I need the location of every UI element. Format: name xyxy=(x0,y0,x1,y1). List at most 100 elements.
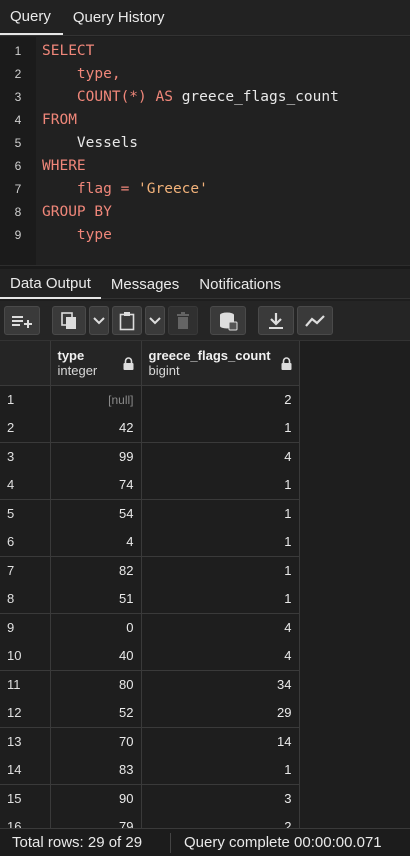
copy-options-dropdown[interactable] xyxy=(89,306,109,335)
cell-type[interactable]: 74 xyxy=(50,470,142,500)
cell-greece-flags-count[interactable]: 1 xyxy=(141,470,300,500)
tab-messages[interactable]: Messages xyxy=(101,269,189,299)
cell-type[interactable]: 80 xyxy=(50,670,142,699)
code-line[interactable]: 1 SELECT xyxy=(0,39,410,62)
add-row-button[interactable] xyxy=(4,306,40,335)
table-row[interactable]: 7 82 1 xyxy=(0,556,300,585)
table-row[interactable]: 13 70 14 xyxy=(0,727,300,756)
result-grid: type integer greece_flags_count bigint 1… xyxy=(0,341,410,828)
row-number[interactable]: 9 xyxy=(0,613,51,642)
table-row[interactable]: 4 74 1 xyxy=(0,470,300,500)
cell-greece-flags-count[interactable]: 1 xyxy=(141,584,300,614)
tab-data-output[interactable]: Data Output xyxy=(0,269,101,299)
code-line[interactable]: 3 COUNT(*) AS greece_flags_count xyxy=(0,85,410,108)
cell-greece-flags-count[interactable]: 1 xyxy=(141,413,300,443)
row-number[interactable]: 2 xyxy=(0,413,51,443)
cell-type[interactable]: 83 xyxy=(50,755,142,785)
sql-editor[interactable]: 1 SELECT 2 type, 3 COUNT(*) AS greece_flags… xyxy=(0,37,410,265)
cell-type[interactable]: 4 xyxy=(50,527,142,557)
cell-type[interactable]: [null] xyxy=(50,385,142,414)
row-number[interactable]: 4 xyxy=(0,470,51,500)
cell-type[interactable]: 82 xyxy=(50,556,142,585)
cell-type[interactable]: 90 xyxy=(50,784,142,813)
code-line[interactable]: 8 GROUP BY xyxy=(0,200,410,223)
cell-type[interactable]: 70 xyxy=(50,727,142,756)
database-save-icon xyxy=(220,312,238,330)
tab-query-history[interactable]: Query History xyxy=(63,0,175,35)
row-number[interactable]: 14 xyxy=(0,755,51,785)
cell-greece-flags-count[interactable]: 2 xyxy=(141,385,300,414)
cell-greece-flags-count[interactable]: 1 xyxy=(141,755,300,785)
string-literal: 'Greece' xyxy=(138,180,208,197)
cell-greece-flags-count[interactable]: 4 xyxy=(141,442,300,471)
keyword-token: WHERE xyxy=(42,157,86,174)
table-row[interactable]: 8 51 1 xyxy=(0,584,300,614)
code-line[interactable]: 5 Vessels xyxy=(0,131,410,154)
tab-query[interactable]: Query xyxy=(0,0,63,35)
column-header-greece-flags-count[interactable]: greece_flags_count bigint xyxy=(141,341,300,386)
code-line[interactable]: 2 type, xyxy=(0,62,410,85)
row-number-header[interactable] xyxy=(0,341,51,386)
save-data-button[interactable] xyxy=(210,306,246,335)
cell-greece-flags-count[interactable]: 1 xyxy=(141,527,300,557)
cell-type[interactable]: 42 xyxy=(50,413,142,443)
table-row[interactable]: 16 79 2 xyxy=(0,812,300,828)
data-output-toolbar xyxy=(0,301,410,341)
row-number[interactable]: 7 xyxy=(0,556,51,585)
column-header-type[interactable]: type integer xyxy=(50,341,142,386)
table-row[interactable]: 2 42 1 xyxy=(0,413,300,443)
cell-type[interactable]: 52 xyxy=(50,698,142,728)
code-line[interactable]: 6 WHERE xyxy=(0,154,410,177)
row-number[interactable]: 16 xyxy=(0,812,51,828)
tab-notifications[interactable]: Notifications xyxy=(189,269,291,299)
row-number[interactable]: 6 xyxy=(0,527,51,557)
row-number[interactable]: 12 xyxy=(0,698,51,728)
cell-greece-flags-count[interactable]: 4 xyxy=(141,613,300,642)
row-number[interactable]: 8 xyxy=(0,584,51,614)
delete-button[interactable] xyxy=(168,306,198,335)
graph-visualiser-button[interactable] xyxy=(297,306,333,335)
table-row[interactable]: 14 83 1 xyxy=(0,755,300,785)
code-line[interactable]: 4 FROM xyxy=(0,108,410,131)
table-row[interactable]: 1 [null] 2 xyxy=(0,385,300,414)
line-number: 2 xyxy=(14,66,22,81)
table-row[interactable]: 11 80 34 xyxy=(0,670,300,699)
cell-type[interactable]: 40 xyxy=(50,641,142,671)
code-line[interactable]: 9 type xyxy=(0,223,410,246)
download-button[interactable] xyxy=(258,306,294,335)
row-number[interactable]: 10 xyxy=(0,641,51,671)
table-row[interactable]: 5 54 1 xyxy=(0,499,300,528)
paste-button[interactable] xyxy=(112,306,142,335)
cell-greece-flags-count[interactable]: 4 xyxy=(141,641,300,671)
table-row[interactable]: 10 40 4 xyxy=(0,641,300,671)
cell-greece-flags-count[interactable]: 1 xyxy=(141,499,300,528)
table-row[interactable]: 6 41 xyxy=(0,527,300,557)
row-number[interactable]: 5 xyxy=(0,499,51,528)
code-text: type, xyxy=(42,66,121,82)
cell-greece-flags-count[interactable]: 29 xyxy=(141,698,300,728)
paste-options-dropdown[interactable] xyxy=(145,306,165,335)
row-number[interactable]: 15 xyxy=(0,784,51,813)
cell-type[interactable]: 51 xyxy=(50,584,142,614)
code-line[interactable]: 7 flag = 'Greece' xyxy=(0,177,410,200)
cell-greece-flags-count[interactable]: 34 xyxy=(141,670,300,699)
cell-greece-flags-count[interactable]: 3 xyxy=(141,784,300,813)
row-number[interactable]: 13 xyxy=(0,727,51,756)
cell-greece-flags-count[interactable]: 2 xyxy=(141,812,300,828)
table-row[interactable]: 3 99 4 xyxy=(0,442,300,471)
cell-greece-flags-count[interactable]: 1 xyxy=(141,556,300,585)
cell-type[interactable]: 99 xyxy=(50,442,142,471)
row-number[interactable]: 11 xyxy=(0,670,51,699)
cell-greece-flags-count[interactable]: 14 xyxy=(141,727,300,756)
table-row[interactable]: 9 04 xyxy=(0,613,300,642)
line-number: 1 xyxy=(14,43,22,58)
cell-type[interactable]: 79 xyxy=(50,812,142,828)
cell-type[interactable]: 54 xyxy=(50,499,142,528)
table-row[interactable]: 12 52 29 xyxy=(0,698,300,728)
copy-button[interactable] xyxy=(52,306,86,335)
table-row[interactable]: 15 90 3 xyxy=(0,784,300,813)
row-number[interactable]: 3 xyxy=(0,442,51,471)
row-number[interactable]: 1 xyxy=(0,385,51,414)
identifier-token: greece_flags_count xyxy=(181,88,339,105)
cell-type[interactable]: 0 xyxy=(50,613,142,642)
